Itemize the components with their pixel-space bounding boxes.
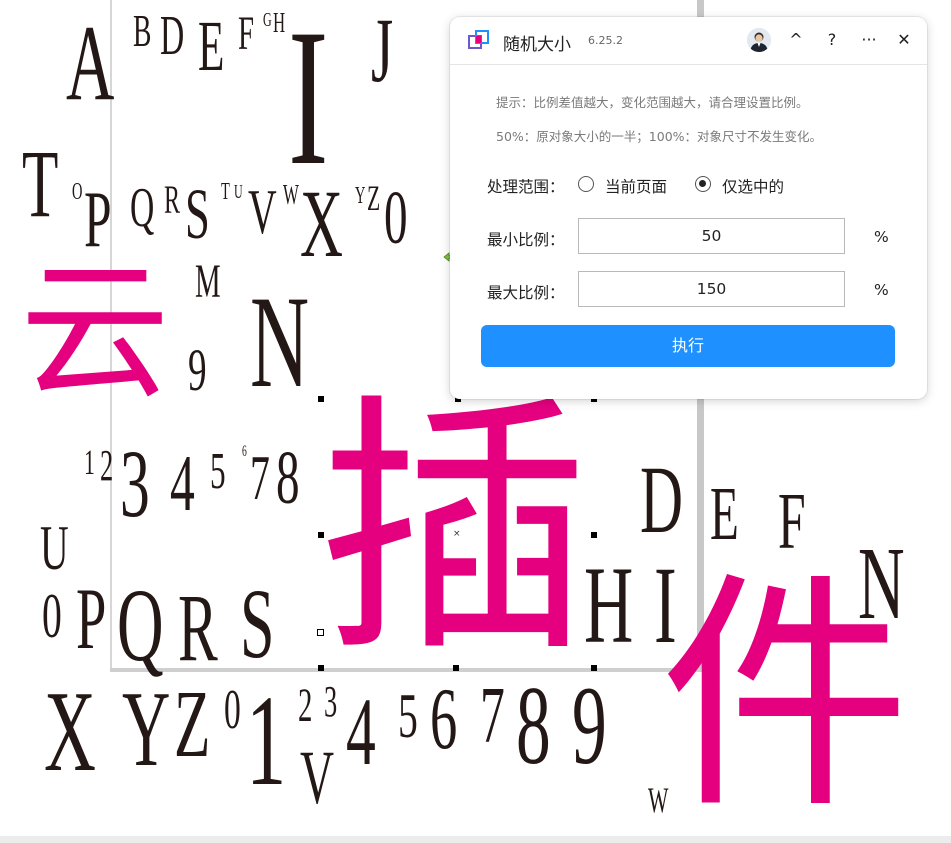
glyph-y[interactable]: Y <box>355 184 365 208</box>
glyph-two-bottom[interactable]: 2 <box>298 682 312 730</box>
glyph-s[interactable]: S <box>185 178 210 250</box>
glyph-zero-bottom[interactable]: 0 <box>224 682 241 738</box>
selection-handle[interactable] <box>318 532 324 538</box>
tip-text-1: 提示：比例差值越大，变化范围越大，请合理设置比例。 <box>496 95 809 110</box>
max-scale-label: 最大比例： <box>487 284 565 302</box>
selection-handle[interactable] <box>591 665 597 671</box>
glyph-e[interactable]: E <box>198 10 224 82</box>
panel-version: 6.25.2 <box>588 34 623 47</box>
help-button[interactable]: ? <box>819 27 845 53</box>
scope-current-page-radio[interactable] <box>578 176 594 192</box>
glyph-r[interactable]: R <box>164 180 180 220</box>
panel-titlebar[interactable]: 随机大小 6.25.2 ^ ? ··· ✕ <box>450 17 927 65</box>
glyph-v-bottom[interactable]: V <box>300 740 334 816</box>
glyph-yun[interactable]: 云 <box>20 258 170 408</box>
glyph-a[interactable]: A <box>66 10 114 118</box>
user-avatar[interactable] <box>747 28 771 52</box>
glyph-three[interactable]: 3 <box>120 436 150 532</box>
glyph-y-bottom[interactable]: Y <box>122 676 170 784</box>
glyph-t-small[interactable]: T <box>221 180 230 204</box>
glyph-m[interactable]: M <box>195 258 221 306</box>
glyph-e-right[interactable]: E <box>710 476 739 552</box>
more-button[interactable]: ··· <box>856 27 882 53</box>
glyph-u-small[interactable]: U <box>234 182 243 202</box>
app-logo-icon <box>468 30 489 49</box>
glyph-zero-mid[interactable]: 0 <box>42 584 62 648</box>
glyph-nine[interactable]: 9 <box>188 340 207 400</box>
glyph-z[interactable]: Z <box>367 180 380 216</box>
glyph-s-mid[interactable]: S <box>240 574 274 674</box>
glyph-d-right[interactable]: D <box>640 452 683 548</box>
glyph-w-bottom[interactable]: W <box>648 782 668 818</box>
glyph-five[interactable]: 5 <box>210 446 226 498</box>
glyph-g[interactable]: G <box>263 10 272 30</box>
glyph-i[interactable]: I <box>288 0 328 196</box>
glyph-eight-bottom[interactable]: 8 <box>516 670 551 782</box>
glyph-w[interactable]: W <box>283 182 299 210</box>
glyph-five-bottom[interactable]: 5 <box>398 684 418 748</box>
selection-handle[interactable] <box>318 396 324 402</box>
glyph-z-bottom[interactable]: Z <box>174 676 210 772</box>
glyph-two-small[interactable]: 2 <box>100 444 113 488</box>
min-scale-unit: % <box>874 228 889 246</box>
panel-title: 随机大小 <box>503 35 571 55</box>
glyph-nine-bottom[interactable]: 9 <box>572 670 607 782</box>
glyph-b[interactable]: B <box>133 8 151 54</box>
glyph-h[interactable]: H <box>273 10 285 38</box>
glyph-six-bottom[interactable]: 6 <box>430 676 457 764</box>
avatar-icon <box>747 28 771 52</box>
glyph-v[interactable]: V <box>248 180 277 244</box>
glyph-x[interactable]: X <box>300 176 343 272</box>
glyph-p-mid[interactable]: P <box>76 576 106 664</box>
glyph-one-bottom[interactable]: 1 <box>246 676 286 806</box>
min-scale-input[interactable] <box>578 218 845 254</box>
max-scale-unit: % <box>874 281 889 299</box>
glyph-zero[interactable]: 0 <box>384 180 408 256</box>
selection-handle[interactable] <box>318 665 324 671</box>
glyph-o-small[interactable]: O <box>72 180 82 204</box>
selection-handle[interactable] <box>453 665 459 671</box>
glyph-f[interactable]: F <box>238 10 254 58</box>
glyph-four-bottom[interactable]: 4 <box>346 684 376 780</box>
run-button[interactable]: 执行 <box>481 325 895 367</box>
glyph-one-small[interactable]: 1 <box>84 444 95 480</box>
glyph-seven[interactable]: 7 <box>250 446 270 510</box>
glyph-q-mid[interactable]: Q <box>117 574 164 678</box>
glyph-d[interactable]: D <box>160 8 184 64</box>
status-strip <box>0 836 951 843</box>
random-size-panel: 随机大小 6.25.2 ^ ? ··· ✕ 提示：比例差值越大，变化范围越大，请… <box>450 17 927 399</box>
selection-handle-open[interactable] <box>317 629 324 636</box>
scope-selected-only-radio[interactable] <box>695 176 711 192</box>
selection-center-mark: × <box>453 529 461 539</box>
glyph-u[interactable]: U <box>40 516 69 580</box>
glyph-h-right[interactable]: H <box>584 550 633 660</box>
collapse-button[interactable]: ^ <box>783 27 809 53</box>
glyph-n[interactable]: N <box>250 276 309 408</box>
glyph-j[interactable]: J <box>371 4 393 96</box>
glyph-seven-bottom[interactable]: 7 <box>480 676 505 756</box>
glyph-r-mid[interactable]: R <box>178 580 218 676</box>
glyph-jian[interactable]: 件 <box>660 572 910 822</box>
scope-label: 处理范围： <box>487 178 565 196</box>
glyph-three-bottom[interactable]: 3 <box>324 680 337 724</box>
glyph-six-small[interactable]: 6 <box>242 444 247 460</box>
glyph-x-bottom[interactable]: X <box>44 674 96 790</box>
glyph-eight[interactable]: 8 <box>276 440 300 516</box>
glyph-four[interactable]: 4 <box>170 444 195 524</box>
close-button[interactable]: ✕ <box>891 27 917 53</box>
glyph-f-right[interactable]: F <box>778 482 806 562</box>
min-scale-label: 最小比例： <box>487 231 565 249</box>
max-scale-input[interactable] <box>578 271 845 307</box>
scope-selected-only-label[interactable]: 仅选中的 <box>722 175 784 197</box>
glyph-q[interactable]: Q <box>130 180 154 236</box>
glyph-t[interactable]: T <box>22 136 58 232</box>
scope-current-page-label[interactable]: 当前页面 <box>605 175 667 197</box>
tip-text-2: 50%：原对象大小的一半；100%：对象尺寸不发生变化。 <box>496 129 823 144</box>
selection-handle[interactable] <box>591 532 597 538</box>
